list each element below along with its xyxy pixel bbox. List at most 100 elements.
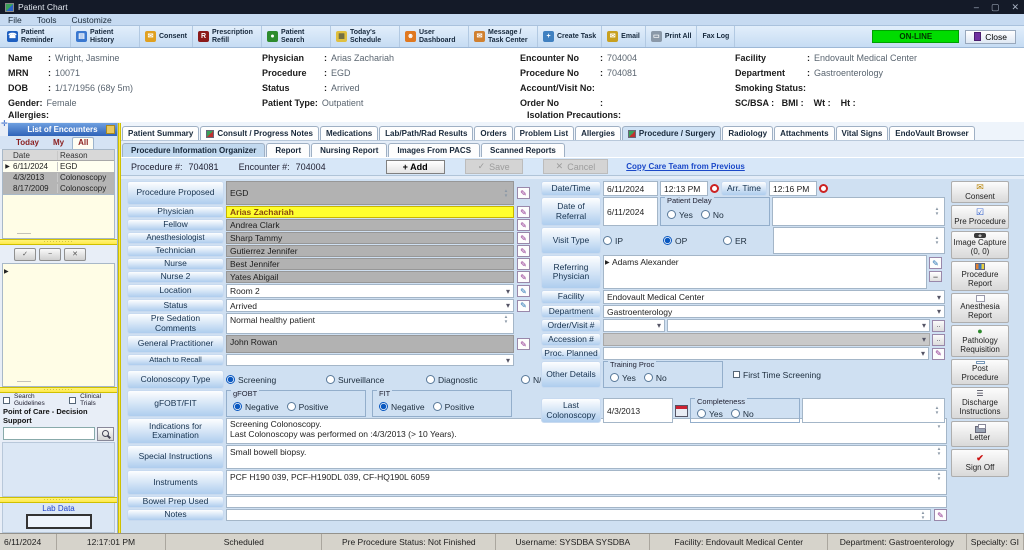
notes-field[interactable]: ▲▼ — [226, 509, 931, 521]
spinner-icon[interactable]: ▲▼ — [502, 315, 510, 324]
fellow-field[interactable]: Andrea Clark — [226, 219, 514, 231]
image-capture-button[interactable]: Image Capture (0, 0) — [951, 231, 1009, 259]
menu-file[interactable]: File — [8, 15, 22, 25]
referring-physician-edit-icon[interactable]: ✎ — [929, 257, 942, 269]
create-task-button[interactable]: +Create Task — [538, 26, 602, 47]
patient-history-button[interactable]: ▤Patient History — [71, 26, 140, 47]
anesthesia-report-button[interactable]: Anesthesia Report — [951, 293, 1009, 323]
tab-lab-path-rad-results[interactable]: Lab/Path/Rad Results — [379, 126, 473, 140]
patient-delay-yes-radio[interactable]: Yes — [667, 210, 693, 220]
pin-icon[interactable] — [106, 125, 115, 134]
fit-positive-radio[interactable]: Positive — [433, 402, 475, 412]
search-button[interactable] — [97, 427, 114, 441]
visit-type-op-radio[interactable]: OP — [663, 227, 721, 254]
care-team-picker-icon[interactable]: ✎ — [517, 219, 530, 231]
care-team-picker-icon[interactable]: ✎ — [517, 338, 530, 350]
col-reason[interactable]: Reason — [58, 151, 114, 160]
user-dashboard-button[interactable]: ☻User Dashboard — [400, 26, 469, 47]
tab-medications[interactable]: Medications — [320, 126, 378, 140]
gfobt-negative-radio[interactable]: Negative — [233, 402, 279, 412]
cancel-button[interactable]: ✕Cancel — [543, 159, 609, 174]
accession-more-button[interactable]: .. — [932, 334, 945, 346]
care-team-picker-icon[interactable]: ✎ — [517, 232, 530, 244]
subtab-procedure-information-organizer[interactable]: Procedure Information Organizer — [122, 143, 265, 157]
consent-report-button[interactable]: ✉Consent — [951, 181, 1009, 203]
encounter-row[interactable]: ▶ 6/11/2024 EGD — [3, 161, 114, 172]
physician-field[interactable]: Arias Zachariah — [226, 206, 514, 218]
technician-field[interactable]: Gutierrez Jennifer — [226, 245, 514, 257]
sign-off-button[interactable]: ✔Sign Off — [951, 449, 1009, 477]
subtab-images-from-pacs[interactable]: Images From PACS — [388, 143, 480, 157]
procedure-proposed-field[interactable]: EGD▲▼ — [226, 181, 514, 205]
care-team-picker-icon[interactable]: ✎ — [517, 271, 530, 283]
status-dropdown[interactable]: Arrived — [226, 299, 514, 312]
attach-to-recall-dropdown[interactable] — [226, 354, 514, 366]
discharge-instructions-button[interactable]: ☰Discharge Instructions — [951, 387, 1009, 419]
tab-today[interactable]: Today — [10, 137, 45, 149]
facility-dropdown[interactable]: Endovault Medical Center — [603, 290, 945, 304]
training-yes-radio[interactable]: Yes — [610, 373, 636, 383]
radio-screening[interactable]: Screening — [226, 375, 326, 385]
completeness-yes-radio[interactable]: Yes — [697, 409, 723, 419]
minimize-icon[interactable]: – — [974, 2, 979, 13]
patient-reminder-button[interactable]: ☎Patient Reminder — [2, 26, 71, 47]
status-edit-icon[interactable]: ✎ — [517, 300, 530, 312]
close-mini-button[interactable]: ✕ — [64, 248, 86, 261]
pathology-requisition-button[interactable]: ●Pathology Requisition — [951, 325, 1009, 357]
general-practitioner-field[interactable]: John Rowan — [226, 335, 514, 353]
clock-icon[interactable] — [710, 184, 719, 193]
resize-grip[interactable]: —— — [17, 378, 31, 385]
visit-type-ip-radio[interactable]: IP — [603, 227, 661, 254]
tab-attachments[interactable]: Attachments — [774, 126, 834, 140]
nurse-field[interactable]: Best Jennifer — [226, 258, 514, 270]
care-team-picker-icon[interactable]: ✎ — [934, 509, 947, 521]
order-more-button[interactable]: .. — [932, 320, 945, 332]
patient-delay-no-radio[interactable]: No — [701, 210, 724, 220]
visit-type-notes-field[interactable]: ▲▼ — [773, 227, 945, 254]
instruments-field[interactable]: PCF H190 039, PCF-H190DL 039, CF-HQ190L … — [226, 470, 947, 495]
department-dropdown[interactable]: Gastroenterology — [603, 305, 945, 318]
subtab-report[interactable]: Report — [266, 143, 310, 157]
referring-physician-list[interactable]: ▶ Adams Alexander — [603, 255, 927, 289]
decision-search-input[interactable] — [3, 427, 95, 440]
location-edit-icon[interactable]: ✎ — [517, 285, 530, 297]
spinner-icon[interactable]: ▲▼ — [502, 189, 510, 198]
accession-dropdown[interactable] — [603, 333, 930, 346]
order-dropdown[interactable] — [603, 319, 665, 332]
print-all-button[interactable]: ▭Print All — [646, 26, 698, 47]
close-button[interactable]: Close — [965, 30, 1016, 44]
care-team-picker-icon[interactable]: ✎ — [517, 245, 530, 257]
last-colonoscopy-date-field[interactable]: 4/3/2013 — [603, 398, 673, 423]
referral-date-field[interactable]: 6/11/2024 — [603, 197, 658, 226]
spinner-icon[interactable]: ▲▼ — [919, 511, 927, 520]
pre-procedure-button[interactable]: ☑Pre Procedure — [951, 205, 1009, 229]
procedure-list-panel[interactable]: ▶ —— — [2, 263, 115, 387]
encounter-row[interactable]: 4/3/2013 Colonoscopy — [3, 172, 114, 183]
subtab-scanned-reports[interactable]: Scanned Reports — [481, 143, 565, 157]
procedure-time-field[interactable]: 12:13 PM — [660, 181, 708, 196]
prescription-refill-button[interactable]: RPrescription Refill — [193, 26, 262, 47]
last-colonoscopy-notes-field[interactable]: ▲▼ — [802, 398, 945, 423]
menu-tools[interactable]: Tools — [37, 15, 57, 25]
post-procedure-button[interactable]: Post Procedure — [951, 359, 1009, 385]
care-team-picker-icon[interactable]: ✎ — [517, 187, 530, 199]
proc-planned-edit-icon[interactable]: ✎ — [932, 348, 945, 360]
minus-mini-button[interactable]: − — [39, 248, 61, 261]
todays-schedule-button[interactable]: ▦Today's Schedule — [331, 26, 400, 47]
col-date[interactable]: Date — [12, 151, 58, 160]
letter-button[interactable]: Letter — [951, 421, 1009, 447]
procedure-date-field[interactable]: 6/11/2024 — [603, 181, 658, 196]
location-dropdown[interactable]: Room 2 — [226, 284, 514, 298]
patient-search-button[interactable]: ●Patient Search — [262, 26, 331, 47]
tab-consult-progress-notes[interactable]: Consult / Progress Notes — [200, 126, 319, 140]
dock-cross-icon[interactable]: ✛ — [1, 119, 8, 128]
tab-allergies[interactable]: Allergies — [575, 126, 621, 140]
bowel-prep-field[interactable] — [226, 496, 947, 508]
save-button[interactable]: ✓Save — [465, 159, 523, 174]
check-mini-button[interactable]: ✓ — [14, 248, 36, 261]
search-guidelines-checkbox[interactable] — [3, 397, 10, 404]
email-button[interactable]: ✉Email — [602, 26, 646, 47]
proc-planned-dropdown[interactable] — [603, 347, 929, 360]
lab-data-link[interactable]: Lab Data — [3, 504, 114, 513]
maximize-icon[interactable]: ▢ — [991, 2, 1000, 13]
